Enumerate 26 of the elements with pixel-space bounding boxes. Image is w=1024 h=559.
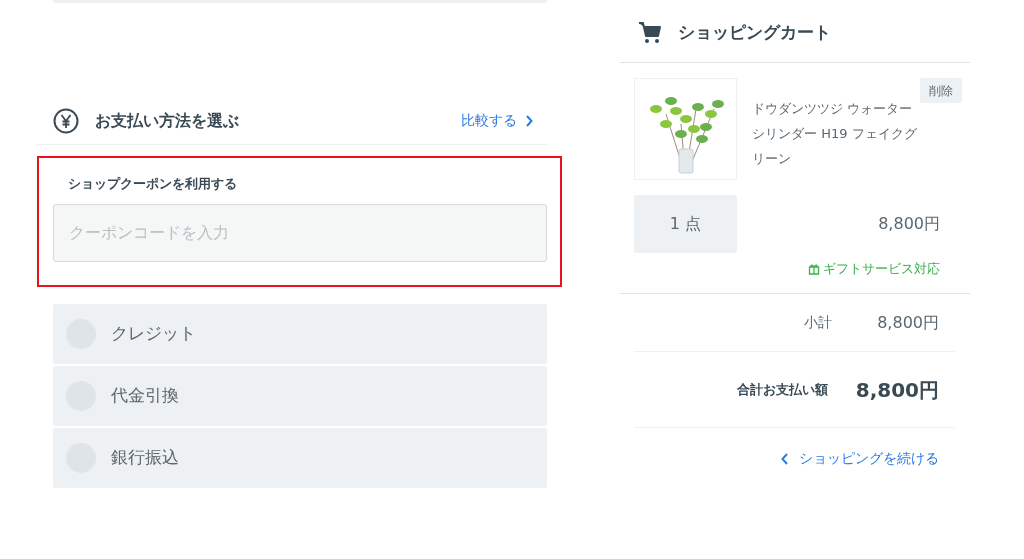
coupon-input[interactable]: クーポンコードを入力 [53, 203, 547, 262]
section-title: お支払い方法を選ぶ [95, 109, 239, 132]
delete-button[interactable]: 削除 [920, 78, 962, 103]
compare-link[interactable]: 比較する [461, 110, 533, 131]
subtotal-label: 小計 [804, 313, 833, 332]
coupon-label: ショップクーポンを利用する [67, 175, 238, 193]
subtotal-value: 8,800円 [877, 311, 939, 334]
continue-shopping-link[interactable]: ショッピングを続ける [781, 448, 939, 469]
total-value: 8,800円 [855, 376, 939, 404]
product-name: ドウダンツツジ ウォーターシリンダー H19 フェイクグリーン [752, 100, 917, 168]
item-price: 8,800円 [878, 213, 940, 235]
option-label: 代金引換 [111, 384, 179, 408]
payment-option[interactable]: 代金引換 [53, 366, 547, 426]
gift-icon [808, 263, 820, 275]
option-label: 銀行振込 [111, 446, 179, 470]
chevron-right-icon [525, 114, 533, 127]
total-label: 合計お支払い額 [736, 380, 828, 399]
payment-option[interactable]: 銀行振込 [53, 428, 547, 488]
yen-icon [53, 107, 79, 134]
cart-title: ショッピングカート [678, 21, 831, 45]
option-label: クレジット [111, 322, 196, 346]
cart-icon [638, 21, 662, 45]
quantity-box[interactable]: 1 点 [634, 195, 737, 253]
payment-option[interactable]: クレジット [53, 304, 547, 364]
chevron-left-icon [781, 452, 789, 465]
gift-service: ギフトサービス対応 [823, 260, 940, 279]
